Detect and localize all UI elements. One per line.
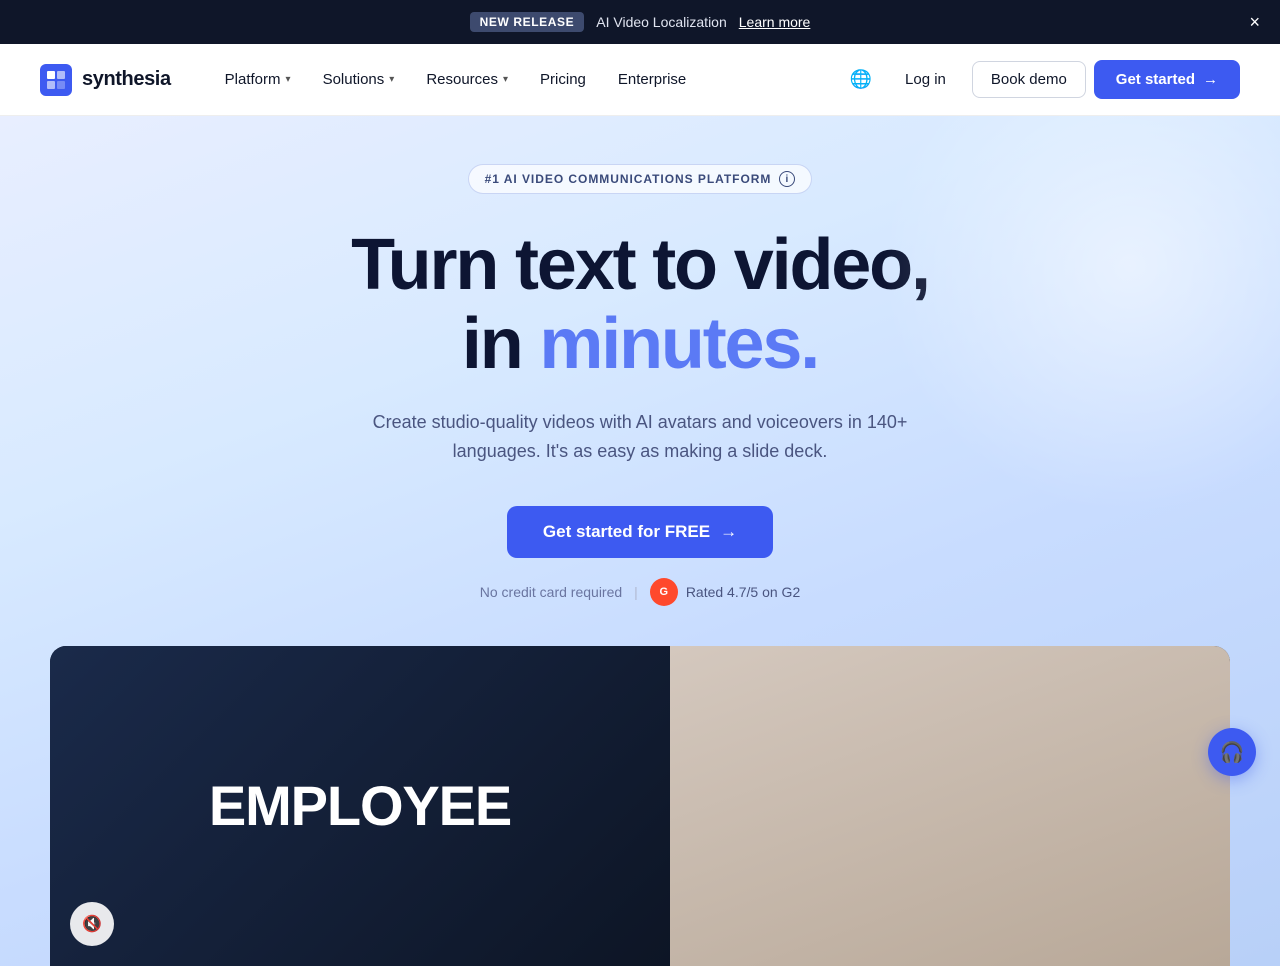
nav-item-platform[interactable]: Platform ▾	[211, 63, 305, 96]
headset-icon: 🎧	[1220, 740, 1245, 765]
enterprise-label: Enterprise	[618, 71, 686, 88]
nav-links: Platform ▾ Solutions ▾ Resources ▾ Prici…	[211, 63, 843, 96]
learn-more-link[interactable]: Learn more	[739, 14, 811, 30]
g2-rating-text: Rated 4.7/5 on G2	[686, 584, 800, 600]
hero-title: Turn text to video, in minutes.	[351, 226, 929, 384]
hero-badge-text: #1 AI VIDEO COMMUNICATIONS PLATFORM	[485, 172, 772, 186]
nav-item-solutions[interactable]: Solutions ▾	[309, 63, 409, 96]
get-started-nav-label: Get started	[1116, 71, 1195, 88]
mute-icon: 🔇	[82, 914, 102, 934]
hero-title-part1: Turn text to video,	[351, 225, 929, 305]
platform-label: Platform	[225, 71, 281, 88]
nav-item-resources[interactable]: Resources ▾	[412, 63, 522, 96]
chat-support-button[interactable]: 🎧	[1208, 728, 1256, 776]
nav-right: 🌐 Log in Book demo Get started →	[843, 60, 1240, 99]
hero-title-highlight: minutes.	[539, 304, 818, 384]
mute-button[interactable]: 🔇	[70, 902, 114, 946]
hero-cta-arrow-icon: →	[720, 522, 737, 542]
platform-chevron-icon: ▾	[286, 74, 291, 85]
navbar: synthesia Platform ▾ Solutions ▾ Resourc…	[0, 44, 1280, 116]
separator: |	[634, 584, 638, 600]
language-button[interactable]: 🌐	[843, 62, 879, 98]
info-icon: i	[779, 171, 795, 187]
get-started-nav-button[interactable]: Get started →	[1094, 60, 1240, 99]
hero-title-part2: in	[462, 304, 540, 384]
hero-social-proof: No credit card required | G Rated 4.7/5 …	[480, 578, 800, 606]
video-right-panel	[670, 646, 1230, 966]
video-thumbnail	[670, 646, 1230, 966]
hero-subtitle: Create studio-quality videos with AI ava…	[360, 408, 920, 466]
hero-cta-button[interactable]: Get started for FREE →	[507, 506, 773, 558]
pricing-label: Pricing	[540, 71, 586, 88]
solutions-label: Solutions	[323, 71, 385, 88]
no-credit-card-text: No credit card required	[480, 584, 622, 600]
login-button[interactable]: Log in	[887, 62, 964, 97]
video-left-panel: EMPLOYEE	[50, 646, 670, 966]
resources-label: Resources	[426, 71, 498, 88]
close-announcement-button[interactable]: ×	[1249, 13, 1260, 31]
solutions-chevron-icon: ▾	[389, 74, 394, 85]
new-release-badge: NEW RELEASE	[470, 12, 585, 32]
nav-item-pricing[interactable]: Pricing	[526, 63, 600, 96]
logo-text: synthesia	[82, 68, 171, 91]
resources-chevron-icon: ▾	[503, 74, 508, 85]
video-preview: EMPLOYEE 🔇	[50, 646, 1230, 966]
g2-badge-icon: G	[650, 578, 678, 606]
globe-icon: 🌐	[850, 69, 872, 90]
video-inner: EMPLOYEE	[50, 646, 1230, 966]
logo-icon	[40, 64, 72, 96]
logo-link[interactable]: synthesia	[40, 64, 171, 96]
video-text: EMPLOYEE	[209, 777, 511, 836]
announcement-text: AI Video Localization	[596, 14, 727, 30]
nav-item-enterprise[interactable]: Enterprise	[604, 63, 700, 96]
get-started-nav-arrow-icon: →	[1203, 71, 1218, 88]
book-demo-button[interactable]: Book demo	[972, 61, 1086, 98]
hero-badge: #1 AI VIDEO COMMUNICATIONS PLATFORM i	[468, 164, 813, 194]
hero-cta-label: Get started for FREE	[543, 522, 710, 542]
hero-section: #1 AI VIDEO COMMUNICATIONS PLATFORM i Tu…	[0, 116, 1280, 966]
announcement-bar: NEW RELEASE AI Video Localization Learn …	[0, 0, 1280, 44]
